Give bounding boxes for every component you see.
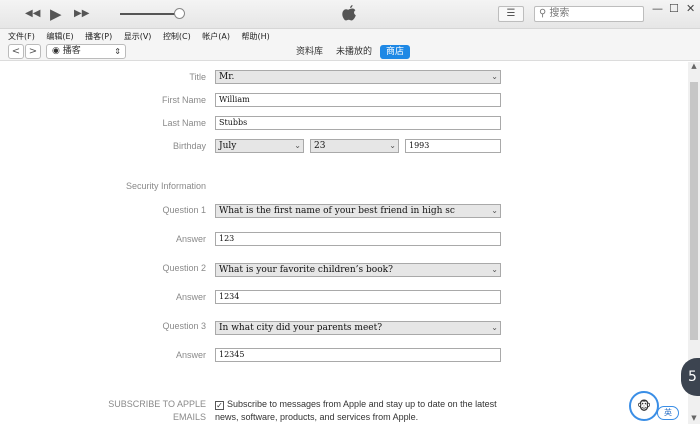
tab-library[interactable]: 资料库 [296, 45, 323, 59]
forward-button[interactable]: ▶▶ [74, 6, 89, 22]
title-select[interactable]: Mr. ⌄ [215, 70, 501, 84]
question-3-label: Question 3 [162, 321, 206, 331]
chevron-down-icon: ⌄ [389, 141, 396, 150]
search-input[interactable]: ⚲ 搜索 [534, 6, 644, 22]
chevron-down-icon: ⌄ [294, 141, 301, 150]
last-name-label: Last Name [162, 118, 206, 128]
media-kind-select[interactable]: ◉ 播客 ⇕ [46, 44, 126, 59]
subscribe-label-line-2: EMAILS [172, 412, 206, 422]
apple-logo-icon [342, 5, 356, 21]
question-2-value: What is your favorite children’s book? [219, 265, 393, 275]
question-1-select[interactable]: What is the first name of your best frie… [215, 204, 501, 218]
restore-button[interactable]: ☐ [669, 2, 679, 15]
subscribe-label-line-1: SUBSCRIBE TO APPLE [108, 399, 206, 409]
volume-knob[interactable] [174, 8, 185, 19]
question-3-value: In what city did your parents meet? [219, 323, 383, 333]
answer-2-label: Answer [175, 292, 206, 302]
title-bar: ◀◀ ▶ ▶▶ ☰ ⚲ 搜索 — ☐ ✕ [0, 0, 700, 29]
search-placeholder: 搜索 [549, 8, 570, 19]
answer-1-label: Answer [175, 234, 206, 244]
subscribe-checkbox[interactable]: ✓ [215, 401, 224, 410]
question-1-label: Question 1 [162, 205, 206, 215]
tab-unplayed[interactable]: 未播放的 [336, 45, 372, 59]
close-button[interactable]: ✕ [686, 2, 695, 15]
answer-1-field[interactable]: 123 [215, 232, 501, 246]
chevron-down-icon: ⌄ [491, 265, 498, 274]
subscribe-option: ✓ Subscribe to messages from Apple and st… [215, 398, 505, 424]
question-1-value: What is the first name of your best frie… [219, 206, 455, 216]
first-name-field[interactable]: William [215, 93, 501, 107]
answer-3-label: Answer [175, 350, 206, 360]
ime-mascot-icon[interactable]: 🐵 [629, 391, 659, 421]
birthday-label: Birthday [172, 141, 206, 151]
title-value: Mr. [219, 72, 235, 82]
updown-chevron-icon: ⇕ [114, 47, 121, 56]
scroll-thumb[interactable] [690, 82, 698, 340]
chevron-down-icon: ⌄ [491, 323, 498, 332]
tab-store[interactable]: 商店 [380, 45, 411, 59]
side-badge[interactable]: 5 [681, 358, 700, 396]
answer-2-field[interactable]: 1234 [215, 290, 501, 304]
back-button[interactable]: < [8, 44, 24, 59]
menu-bar: 文件(F) 编辑(E) 播客(P) 显示(V) 控制(C) 帐户(A) 帮助(H… [0, 29, 700, 42]
subscribe-text-line-2: news, software, products, and services f… [215, 412, 419, 422]
title-label: Title [189, 72, 206, 82]
scroll-down-icon[interactable]: ▼ [688, 414, 700, 424]
play-button[interactable]: ▶ [50, 6, 62, 22]
subscribe-text-line-1: Subscribe to messages from Apple and sta… [227, 399, 497, 409]
minimize-button[interactable]: — [652, 2, 663, 15]
birthday-day-value: 23 [314, 141, 326, 151]
question-3-select[interactable]: In what city did your parents meet? ⌄ [215, 321, 501, 335]
security-heading: Security Information [126, 181, 207, 191]
nav-bar: < > ◉ 播客 ⇕ 资料库 未播放的 商店 [0, 42, 700, 61]
birthday-month-select[interactable]: July ⌄ [215, 139, 304, 153]
media-kind-label: 播客 [62, 46, 81, 56]
subscribe-label: SUBSCRIBE TO APPLE EMAILS [0, 398, 206, 424]
rewind-button[interactable]: ◀◀ [25, 6, 40, 22]
first-name-label: First Name [161, 95, 206, 105]
forward-nav-button[interactable]: > [25, 44, 41, 59]
list-icon: ☰ [506, 8, 516, 19]
scroll-up-icon[interactable]: ▲ [688, 62, 700, 72]
search-icon: ⚲ [539, 8, 547, 19]
chevron-down-icon: ⌄ [491, 206, 498, 215]
birthday-day-select[interactable]: 23 ⌄ [310, 139, 399, 153]
birthday-month-value: July [219, 141, 237, 151]
birthday-year-field[interactable]: 1993 [405, 139, 501, 153]
volume-slider[interactable] [120, 13, 182, 15]
question-2-label: Question 2 [162, 263, 206, 273]
ime-language-toggle[interactable]: 英 [657, 406, 679, 420]
last-name-field[interactable]: Stubbs [215, 116, 501, 130]
chevron-down-icon: ⌄ [491, 72, 498, 81]
question-2-select[interactable]: What is your favorite children’s book? ⌄ [215, 263, 501, 277]
podcast-icon: ◉ [52, 46, 60, 56]
answer-3-field[interactable]: 12345 [215, 348, 501, 362]
store-form: Title Mr. ⌄ First Name William Last Name … [0, 62, 688, 424]
list-view-button[interactable]: ☰ [498, 6, 524, 22]
